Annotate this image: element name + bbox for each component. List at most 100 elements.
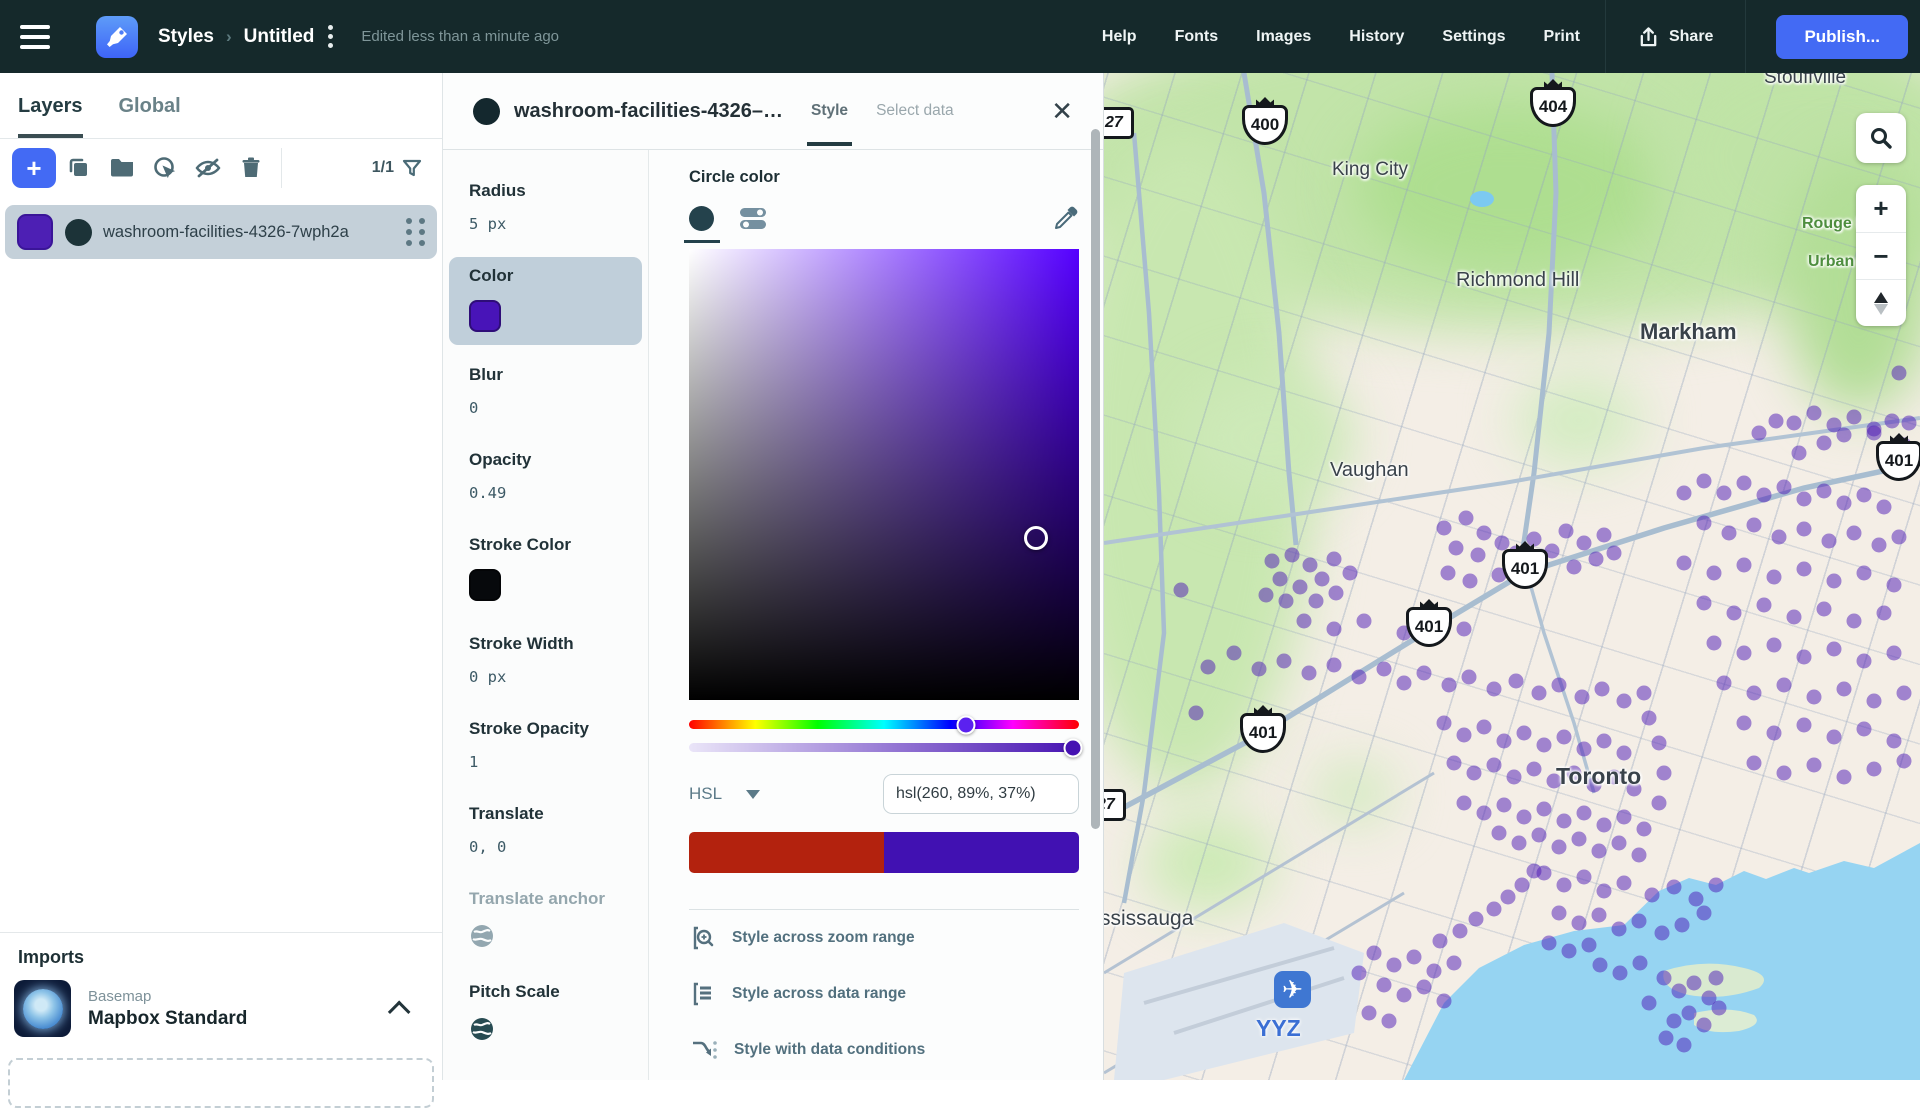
- compass-reset-button[interactable]: [1856, 279, 1906, 326]
- map-data-point: [1767, 638, 1782, 653]
- map-data-point: [1857, 722, 1872, 737]
- zoom-in-button[interactable]: +: [1856, 185, 1906, 232]
- map-search-button[interactable]: [1856, 113, 1906, 163]
- map-canvas[interactable]: StouffvilleKing CityRichmond HillMarkham…: [1104, 73, 1920, 1080]
- collapse-chevron-icon[interactable]: [388, 1000, 411, 1023]
- style-with-data-conditions-button[interactable]: Style with data conditions: [689, 1022, 1079, 1078]
- component-sliders-tab[interactable]: [738, 206, 768, 231]
- add-layer-button[interactable]: +: [12, 148, 56, 188]
- map-data-point: [1637, 822, 1652, 837]
- property-translate[interactable]: Translate0, 0: [443, 795, 648, 869]
- property-translate-anchor[interactable]: Translate anchor: [443, 880, 648, 962]
- nav-item-fonts[interactable]: Fonts: [1156, 28, 1238, 46]
- publish-button[interactable]: Publish...: [1776, 15, 1908, 59]
- map-data-point: [1877, 500, 1892, 515]
- panel-scrollbar[interactable]: [1091, 129, 1100, 829]
- map-data-point: [1612, 922, 1627, 937]
- hue-slider-knob[interactable]: [956, 715, 975, 734]
- eyedropper-icon[interactable]: [1053, 205, 1079, 231]
- zoom-out-button[interactable]: −: [1856, 232, 1906, 279]
- layer-row-washroom-facilities[interactable]: washroom-facilities-4326-7wph2a: [5, 205, 437, 259]
- property-pitch-scale[interactable]: Pitch Scale: [443, 973, 648, 1055]
- select-on-map-icon[interactable]: [145, 148, 185, 188]
- property-label: Translate anchor: [469, 889, 632, 909]
- toggles-icon: [738, 206, 768, 231]
- group-folder-icon[interactable]: [102, 148, 142, 188]
- property-stroke-color[interactable]: Stroke Color: [443, 526, 648, 614]
- map-data-point: [1517, 726, 1532, 741]
- alpha-slider[interactable]: [689, 743, 1079, 752]
- layer-filter[interactable]: 1/1: [372, 158, 430, 178]
- map-data-point: [1509, 674, 1524, 689]
- property-value: 5 px: [469, 215, 632, 233]
- mapbox-studio-logo[interactable]: [96, 16, 138, 58]
- nav-item-images[interactable]: Images: [1237, 28, 1330, 46]
- highway-27-shield: 27: [1104, 789, 1126, 821]
- property-stroke-opacity[interactable]: Stroke Opacity1: [443, 710, 648, 784]
- nav-item-history[interactable]: History: [1330, 28, 1423, 46]
- nav-item-help[interactable]: Help: [1083, 28, 1156, 46]
- tab-layers[interactable]: Layers: [18, 95, 83, 138]
- style-options-kebab-icon[interactable]: [328, 25, 333, 48]
- duplicate-layer-icon[interactable]: [59, 148, 99, 188]
- property-value: 0 px: [469, 668, 632, 686]
- color-value-input[interactable]: [883, 774, 1079, 814]
- search-icon: [1869, 126, 1893, 150]
- map-data-point: [1427, 964, 1442, 979]
- airport-icon: ✈: [1274, 971, 1311, 1008]
- drag-handle-icon[interactable]: [406, 218, 425, 246]
- color-picker-cursor[interactable]: [1024, 526, 1048, 550]
- property-blur[interactable]: Blur0: [443, 356, 648, 430]
- map-label-king-city: King City: [1332, 159, 1408, 181]
- close-panel-icon[interactable]: ✕: [1043, 94, 1081, 128]
- panel-title: washroom-facilities-4326–…: [514, 100, 783, 123]
- color-format-select[interactable]: HSL: [689, 784, 760, 804]
- map-data-point: [1817, 484, 1832, 499]
- map-data-point: [1792, 446, 1807, 461]
- tab-global[interactable]: Global: [119, 95, 181, 138]
- style-across-zoom-range-button[interactable]: Style across zoom range: [689, 910, 1079, 966]
- nav-item-settings[interactable]: Settings: [1423, 28, 1524, 46]
- share-button[interactable]: Share: [1612, 26, 1739, 48]
- property-stroke-width[interactable]: Stroke Width0 px: [443, 625, 648, 699]
- map-data-point: [1557, 814, 1572, 829]
- map-data-point: [1447, 756, 1462, 771]
- property-radius[interactable]: Radius5 px: [443, 172, 648, 246]
- delete-layer-trash-icon[interactable]: [231, 148, 271, 188]
- property-opacity[interactable]: Opacity0.49: [443, 441, 648, 515]
- saturation-lightness-picker[interactable]: [689, 249, 1079, 700]
- map-data-point: [1632, 848, 1647, 863]
- breadcrumb-styles[interactable]: Styles: [158, 26, 214, 48]
- property-color-swatch[interactable]: [469, 569, 501, 601]
- map-data-point: [1303, 558, 1318, 573]
- hide-layer-eye-off-icon[interactable]: [188, 148, 228, 188]
- tab-style[interactable]: Style: [811, 102, 848, 120]
- hue-slider[interactable]: [689, 720, 1079, 729]
- tab-select-data[interactable]: Select data: [876, 102, 954, 120]
- filter-funnel-icon: [402, 158, 422, 178]
- map-data-point: [1677, 486, 1692, 501]
- basemap-import-row[interactable]: Basemap Mapbox Standard: [14, 980, 424, 1037]
- basemap-thumbnail: [14, 980, 71, 1037]
- map-data-point: [1302, 666, 1317, 681]
- map-data-point: [1697, 474, 1712, 489]
- highway-401-shield: 401: [1502, 541, 1548, 591]
- alpha-slider-knob[interactable]: [1064, 738, 1083, 757]
- property-color-swatch[interactable]: [469, 300, 501, 332]
- solid-color-tab[interactable]: [689, 206, 714, 231]
- map-data-point: [1592, 844, 1607, 859]
- current-color-swatch[interactable]: [884, 832, 1079, 873]
- map-data-point: [1747, 518, 1762, 533]
- breadcrumb-title[interactable]: Untitled: [244, 26, 315, 48]
- hamburger-menu-icon[interactable]: [0, 0, 70, 73]
- map-data-point: [1817, 602, 1832, 617]
- nav-item-print[interactable]: Print: [1525, 28, 1599, 46]
- map-data-point: [1501, 890, 1516, 905]
- style-across-data-range-button[interactable]: Style across data range: [689, 966, 1079, 1022]
- property-color[interactable]: Color: [449, 257, 642, 345]
- map-data-point: [1309, 594, 1324, 609]
- previous-color-swatch[interactable]: [689, 832, 884, 873]
- map-data-point: [1437, 994, 1452, 1009]
- map-data-point: [1655, 926, 1670, 941]
- map-data-point: [1597, 734, 1612, 749]
